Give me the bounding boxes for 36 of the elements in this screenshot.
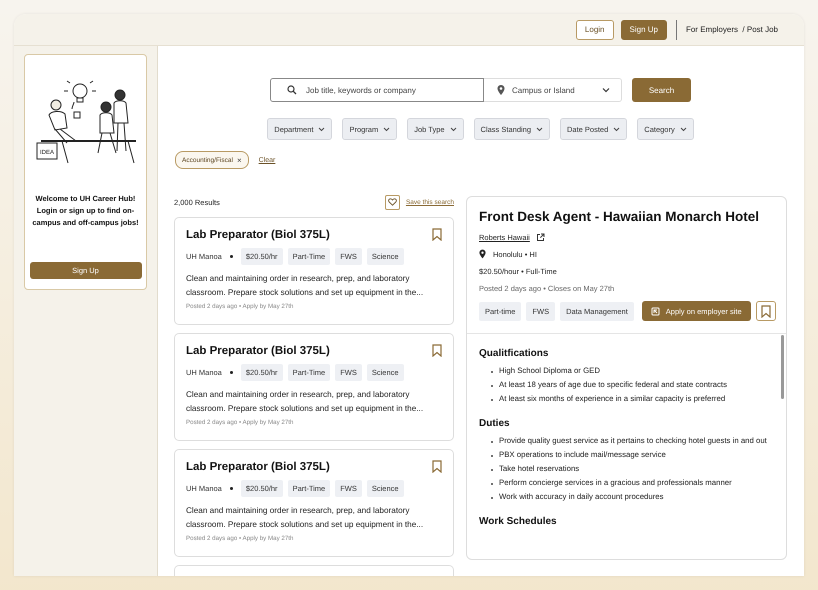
remove-icon[interactable]: × bbox=[236, 156, 242, 164]
chevron-icon bbox=[680, 126, 687, 132]
bookmark-icon[interactable] bbox=[432, 344, 442, 357]
heart-icon bbox=[388, 198, 397, 206]
chevron-icon bbox=[450, 126, 457, 132]
bookmark-icon[interactable] bbox=[432, 228, 442, 241]
chevron-icon bbox=[613, 126, 620, 132]
external-link-icon bbox=[650, 306, 660, 316]
sign-up-button[interactable]: Sign Up bbox=[620, 20, 667, 40]
chevron-icon bbox=[536, 126, 543, 132]
bookmark-icon[interactable] bbox=[432, 460, 442, 473]
search-button[interactable]: Search bbox=[632, 78, 691, 102]
chevron-icon bbox=[383, 126, 390, 132]
job-title[interactable]: Lab Preparator (Biol 375L) bbox=[186, 345, 330, 357]
login-button[interactable]: Login bbox=[576, 20, 614, 40]
employer-link[interactable]: For Employers / Post Job bbox=[686, 25, 778, 34]
job-title[interactable]: Lab Preparator (Biol 375L) bbox=[186, 229, 330, 241]
job-description: Clean and maintaining order in research, prep, and laboratory classroom. Prepare stock solutions and set up equipment in the... bbox=[186, 389, 424, 415]
scrollbar[interactable] bbox=[781, 335, 784, 399]
location-dropdown[interactable]: Campus or Island bbox=[484, 78, 622, 102]
location-pin-icon bbox=[497, 84, 505, 96]
job-description: Clean and maintaining order in research, prep, and laboratory classroom. Prepare stock solutions and set up equipment in the... bbox=[186, 505, 424, 531]
chevron-icon bbox=[318, 126, 326, 132]
section-heading: Duties bbox=[479, 418, 511, 429]
location-pin-icon bbox=[479, 249, 486, 259]
keyword-search-field[interactable]: Job title, keywords or company bbox=[270, 78, 484, 102]
job-description: Clean and maintaining order in research, prep, and laboratory classroom. Prepare stock solutions and set up equipment in the... bbox=[186, 273, 424, 299]
job-title[interactable]: Lab Preparator (Biol 375L) bbox=[186, 461, 330, 473]
bookmark-button[interactable] bbox=[756, 301, 776, 321]
job-title: Front Desk Agent - Hawaiian Monarch Hotel bbox=[479, 209, 760, 224]
search-icon bbox=[287, 85, 297, 95]
external-link-icon[interactable] bbox=[536, 233, 545, 242]
section-heading: Work Schedules bbox=[479, 516, 558, 527]
section-heading: Qualitfications bbox=[479, 348, 550, 359]
save-search-button[interactable] bbox=[384, 194, 400, 210]
chevron-icon bbox=[602, 88, 610, 92]
